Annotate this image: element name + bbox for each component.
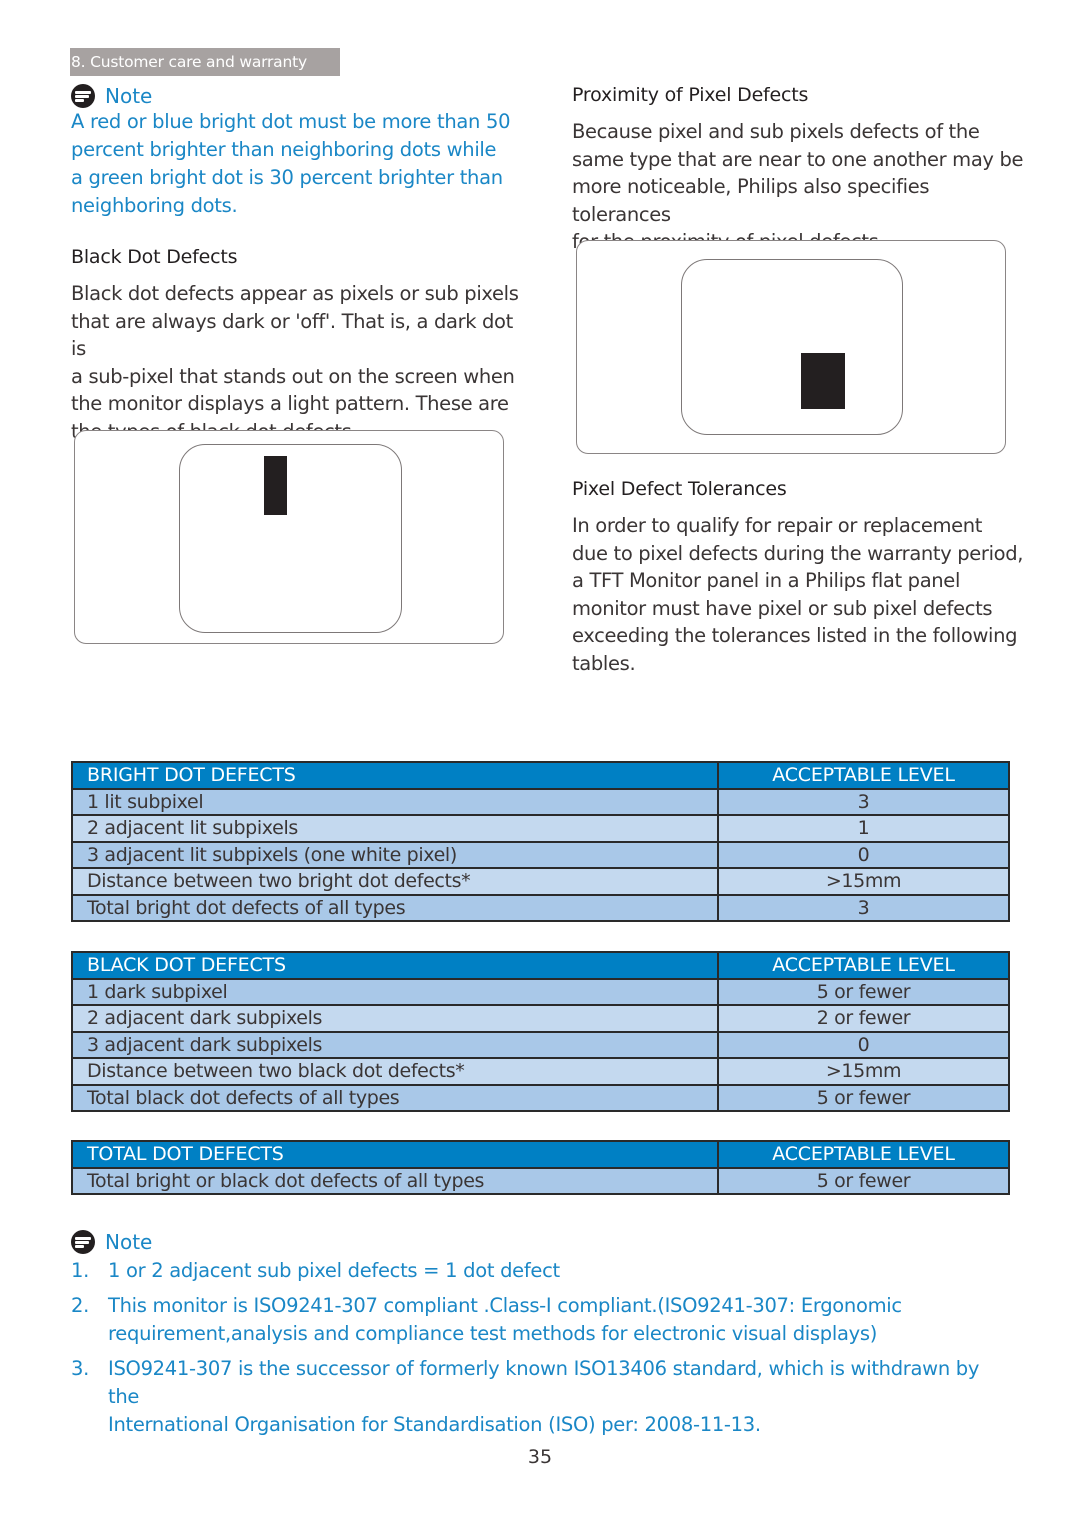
table-row: Distance between two black dot defects* … <box>71 1057 1010 1086</box>
page-number: 35 <box>527 1446 553 1468</box>
acceptable-level-cell: 5 or fewer <box>717 1083 1010 1112</box>
defect-type-cell: Distance between two bright dot defects* <box>71 867 719 896</box>
total-dot-table: TOTAL DOT DEFECTS ACCEPTABLE LEVEL Total… <box>71 1140 1010 1195</box>
note-title: Note <box>105 1230 153 1254</box>
defect-type-cell: Total bright dot defects of all types <box>71 893 719 922</box>
note-line: A red or blue bright dot must be more th… <box>71 110 511 133</box>
defect-type-cell: 3 adjacent lit subpixels (one white pixe… <box>71 840 719 869</box>
list-line: 1 or 2 adjacent sub pixel defects = 1 do… <box>108 1259 560 1282</box>
note-list-item: 2. This monitor is ISO9241-307 compliant… <box>71 1292 1011 1348</box>
table-row: Distance between two bright dot defects*… <box>71 867 1010 896</box>
dark-pixel-proximity-icon <box>801 353 845 409</box>
table-row: 3 adjacent dark subpixels 0 <box>71 1030 1010 1059</box>
acceptable-level-cell: 3 <box>717 893 1010 922</box>
proximity-paragraph: Because pixel and sub pixels defects of … <box>572 118 1032 256</box>
single-dark-subpixel-illustration <box>74 430 504 644</box>
list-number: 2. <box>71 1294 90 1317</box>
note-list: 1. 1 or 2 adjacent sub pixel defects = 1… <box>71 1257 1011 1446</box>
table-header-row: TOTAL DOT DEFECTS ACCEPTABLE LEVEL <box>71 1140 1010 1169</box>
note-line: a green bright dot is 30 percent brighte… <box>71 166 503 189</box>
acceptable-level-cell: 5 or fewer <box>717 977 1010 1006</box>
tolerances-heading: Pixel Defect Tolerances <box>572 478 787 500</box>
table-header-row: BRIGHT DOT DEFECTS ACCEPTABLE LEVEL <box>71 761 1010 790</box>
defect-type-cell: 3 adjacent dark subpixels <box>71 1030 719 1059</box>
note-bottom-header: Note <box>71 1230 152 1254</box>
list-line: This monitor is ISO9241-307 compliant .C… <box>108 1294 902 1317</box>
table-row: 2 adjacent dark subpixels 2 or fewer <box>71 1004 1010 1033</box>
note-title: Note <box>105 84 153 108</box>
table-header-cell: ACCEPTABLE LEVEL <box>717 951 1010 980</box>
paragraph-line: monitor must have pixel or sub pixel def… <box>572 596 993 620</box>
defect-type-cell: Total black dot defects of all types <box>71 1083 719 1112</box>
acceptable-level-cell: >15mm <box>717 867 1010 896</box>
black-dot-heading: Black Dot Defects <box>71 246 238 268</box>
note-top: Note A red or blue bright dot must be mo… <box>71 84 511 220</box>
table-row: 1 lit subpixel 3 <box>71 787 1010 816</box>
defect-type-cell: 1 dark subpixel <box>71 977 719 1006</box>
table-row: 3 adjacent lit subpixels (one white pixe… <box>71 840 1010 869</box>
note-list-item: 3. ISO9241-307 is the successor of forme… <box>71 1355 1011 1439</box>
acceptable-level-cell: >15mm <box>717 1057 1010 1086</box>
note-line: neighboring dots. <box>71 194 238 217</box>
paragraph-line: Black dot defects appear as pixels or su… <box>71 282 519 305</box>
table-header-cell: TOTAL DOT DEFECTS <box>71 1140 719 1169</box>
table-row: 1 dark subpixel 5 or fewer <box>71 977 1010 1006</box>
paragraph-line: a TFT Monitor panel in a Philips flat pa… <box>572 569 961 593</box>
section-tab: 8. Customer care and warranty <box>70 48 340 76</box>
paragraph-line: In order to qualify for repair or replac… <box>572 514 983 537</box>
list-number: 3. <box>71 1357 90 1380</box>
list-line: International Organisation for Standardi… <box>108 1413 761 1436</box>
paragraph-line: exceeding the tolerances listed in the f… <box>572 624 1018 648</box>
paragraph-line: a sub-pixel that stands out on the scree… <box>71 364 515 388</box>
table-row: 2 adjacent lit subpixels 1 <box>71 814 1010 843</box>
note-icon <box>71 84 95 108</box>
table-header-cell: ACCEPTABLE LEVEL <box>717 761 1010 790</box>
defect-type-cell: 2 adjacent lit subpixels <box>71 814 719 843</box>
acceptable-level-cell: 5 or fewer <box>717 1166 1010 1195</box>
defect-type-cell: 1 lit subpixel <box>71 787 719 816</box>
acceptable-level-cell: 1 <box>717 814 1010 843</box>
note-icon <box>71 1230 95 1254</box>
paragraph-line: due to pixel defects during the warranty… <box>572 541 1024 565</box>
acceptable-level-cell: 3 <box>717 787 1010 816</box>
defect-type-cell: 2 adjacent dark subpixels <box>71 1004 719 1033</box>
tolerances-paragraph: In order to qualify for repair or replac… <box>572 512 1032 678</box>
note-header: Note <box>71 84 510 108</box>
table-row: Total bright dot defects of all types 3 <box>71 893 1010 922</box>
paragraph-line: more noticeable, Philips also specifies … <box>572 175 930 226</box>
defect-type-cell: Total bright or black dot defects of all… <box>71 1166 719 1195</box>
dark-pixel-proximity-illustration <box>576 240 1006 454</box>
defect-type-cell: Distance between two black dot defects* <box>71 1057 719 1086</box>
note-body: A red or blue bright dot must be more th… <box>71 108 511 220</box>
paragraph-line: same type that are near to one another m… <box>572 147 1024 171</box>
paragraph-line: tables. <box>572 651 636 675</box>
black-dot-paragraph: Black dot defects appear as pixels or su… <box>71 280 531 446</box>
table-header-cell: ACCEPTABLE LEVEL <box>717 1140 1010 1169</box>
table-row: Total bright or black dot defects of all… <box>71 1166 1010 1195</box>
paragraph-line: Because pixel and sub pixels defects of … <box>572 120 980 143</box>
note-line: percent brighter than neighboring dots w… <box>71 138 497 161</box>
acceptable-level-cell: 0 <box>717 1030 1010 1059</box>
proximity-heading: Proximity of Pixel Defects <box>572 84 809 106</box>
note-list-item: 1. 1 or 2 adjacent sub pixel defects = 1… <box>71 1257 1011 1285</box>
table-header-cell: BLACK DOT DEFECTS <box>71 951 719 980</box>
paragraph-line: that are always dark or 'off'. That is, … <box>71 309 513 361</box>
black-dot-table: BLACK DOT DEFECTS ACCEPTABLE LEVEL 1 dar… <box>71 951 1010 1112</box>
table-header-row: BLACK DOT DEFECTS ACCEPTABLE LEVEL <box>71 951 1010 980</box>
screen-outline <box>179 444 402 633</box>
acceptable-level-cell: 2 or fewer <box>717 1004 1010 1033</box>
list-number: 1. <box>71 1259 90 1282</box>
bright-dot-table: BRIGHT DOT DEFECTS ACCEPTABLE LEVEL 1 li… <box>71 761 1010 922</box>
list-line: requirement,analysis and compliance test… <box>108 1322 878 1345</box>
table-header-cell: BRIGHT DOT DEFECTS <box>71 761 719 790</box>
paragraph-line: the monitor displays a light pattern. Th… <box>71 392 509 416</box>
acceptable-level-cell: 0 <box>717 840 1010 869</box>
screen-outline <box>681 259 903 435</box>
table-row: Total black dot defects of all types 5 o… <box>71 1083 1010 1112</box>
list-line: ISO9241-307 is the successor of formerly… <box>108 1357 980 1408</box>
single-dark-subpixel-icon <box>264 456 287 515</box>
